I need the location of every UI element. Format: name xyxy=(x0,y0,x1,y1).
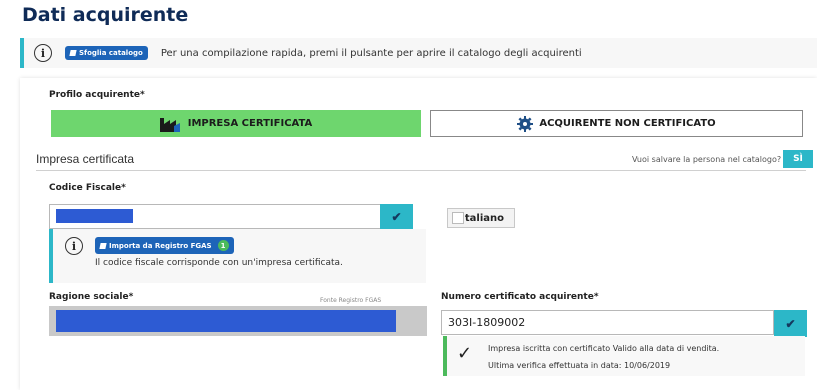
certificate-validation-box: ✓ Impresa iscritta con certificato Valid… xyxy=(443,336,805,376)
info-icon: i xyxy=(34,44,52,62)
book-icon xyxy=(69,50,77,56)
codice-fiscale-input[interactable] xyxy=(49,204,381,229)
verify-certificate-button[interactable]: ✔ xyxy=(774,310,807,337)
checkmark-icon: ✓ xyxy=(457,343,473,364)
buyer-form-card: Profilo acquirente* IMPRESA CERTIFICATA … xyxy=(20,78,817,390)
check-icon: ✔ xyxy=(391,209,402,224)
non-certified-buyer-button[interactable]: ACQUIRENTE NON CERTIFICATO xyxy=(430,110,803,137)
factory-icon xyxy=(159,117,180,132)
browse-catalog-label: Sfoglia catalogo xyxy=(79,49,143,57)
language-switch-icon xyxy=(452,212,464,224)
ragione-sociale-input xyxy=(49,306,427,336)
validation-status-text: Impresa iscritta con certificato Valido … xyxy=(488,344,720,353)
numero-certificato-input[interactable]: 303I-1809002 xyxy=(441,310,774,335)
page-title: Dati acquirente xyxy=(22,4,189,26)
import-fgas-button[interactable]: Importa da Registro FGAS 1 xyxy=(95,237,234,254)
last-verification-text: Ultima verifica effettuata in data: 10/0… xyxy=(488,361,671,370)
book-icon xyxy=(99,242,107,249)
language-button[interactable]: Italiano xyxy=(447,208,515,228)
check-icon: ✔ xyxy=(785,316,796,331)
section-title: Impresa certificata xyxy=(36,152,135,166)
info-icon: i xyxy=(65,237,83,255)
source-note: Fonte Registro FGAS xyxy=(320,297,382,304)
codice-fiscale-label: Codice Fiscale* xyxy=(49,183,126,193)
import-fgas-label: Importa da Registro FGAS xyxy=(109,241,212,250)
numero-certificato-label: Numero certificato acquirente* xyxy=(441,292,599,302)
fgas-info-box: i Importa da Registro FGAS 1 Il codice f… xyxy=(49,229,426,283)
certified-company-label: IMPRESA CERTIFICATA xyxy=(187,118,313,129)
browse-catalog-button[interactable]: Sfoglia catalogo xyxy=(65,46,148,60)
section-divider xyxy=(36,170,806,171)
catalog-info-bar: i Sfoglia catalogo Per una compilazione … xyxy=(20,38,817,68)
fgas-match-message: Il codice fiscale corrisponde con un'imp… xyxy=(95,258,343,268)
ragione-sociale-label: Ragione sociale* xyxy=(49,292,134,302)
redacted-value xyxy=(56,209,133,223)
catalog-hint-text: Per una compilazione rapida, premi il pu… xyxy=(160,47,582,59)
profile-label: Profilo acquirente* xyxy=(49,90,145,100)
save-to-catalog-question: Vuoi salvare la persona nel catalogo? xyxy=(632,155,782,164)
save-to-catalog-toggle[interactable]: SÌ xyxy=(783,150,813,168)
certified-company-button[interactable]: IMPRESA CERTIFICATA xyxy=(51,110,421,137)
redacted-value xyxy=(56,310,396,332)
verify-codice-fiscale-button[interactable]: ✔ xyxy=(380,204,413,229)
gear-icon xyxy=(517,115,534,132)
fgas-count-badge: 1 xyxy=(217,240,229,251)
non-certified-buyer-label: ACQUIRENTE NON CERTIFICATO xyxy=(539,118,716,129)
language-label: Italiano xyxy=(461,212,504,224)
